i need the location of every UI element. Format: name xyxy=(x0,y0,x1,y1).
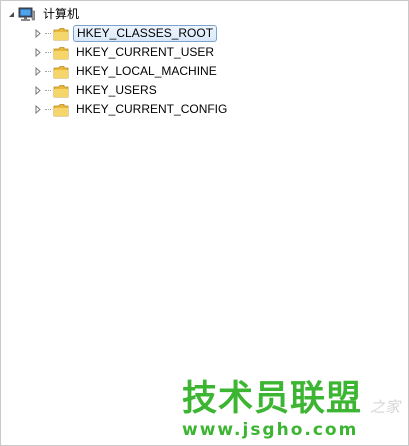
tree-connector xyxy=(45,90,51,91)
tree-item-label: HKEY_CURRENT_CONFIG xyxy=(76,102,228,116)
expand-arrow-icon[interactable] xyxy=(34,86,43,95)
tree-item-computer[interactable]: 计算机 xyxy=(7,5,230,24)
tree-connector xyxy=(45,109,51,110)
tree-connector xyxy=(45,71,51,72)
tree-connector xyxy=(45,33,51,34)
tree-connector xyxy=(45,52,51,53)
expand-arrow-icon[interactable] xyxy=(34,48,43,57)
tree-item-hkey-current-config[interactable]: HKEY_CURRENT_CONFIG xyxy=(34,100,230,119)
tree-item-label: 计算机 xyxy=(43,7,80,21)
computer-icon xyxy=(18,7,35,21)
tree-item-label: HKEY_USERS xyxy=(76,83,157,97)
expand-arrow-icon[interactable] xyxy=(34,105,43,114)
watermark-title: 技术员联盟 xyxy=(182,379,363,419)
tree-item-label: HKEY_LOCAL_MACHINE xyxy=(76,64,217,78)
watermark-tail: 之家 xyxy=(370,399,401,416)
tree-item-hkey-classes-root[interactable]: HKEY_CLASSES_ROOT xyxy=(34,24,230,43)
collapse-arrow-icon[interactable] xyxy=(7,10,16,19)
folder-icon xyxy=(53,103,69,116)
folder-icon xyxy=(53,27,69,40)
tree-item-hkey-users[interactable]: HKEY_USERS xyxy=(34,81,230,100)
tree-item-label: HKEY_CURRENT_USER xyxy=(76,45,215,59)
tree-item-hkey-local-machine[interactable]: HKEY_LOCAL_MACHINE xyxy=(34,62,230,81)
watermark-url: www.jsgho.com xyxy=(182,420,359,440)
folder-icon xyxy=(53,84,69,97)
expand-arrow-icon[interactable] xyxy=(34,29,43,38)
tree-item-hkey-current-user[interactable]: HKEY_CURRENT_USER xyxy=(34,43,230,62)
watermark: 技术员联盟 www.jsgho.com xyxy=(182,380,402,442)
folder-icon xyxy=(53,65,69,78)
registry-tree: 计算机 HKEY_CLASSES_ROOT HKEY_CURRENT_USER xyxy=(7,5,230,119)
folder-icon xyxy=(53,46,69,59)
tree-item-label: HKEY_CLASSES_ROOT xyxy=(73,25,218,42)
expand-arrow-icon[interactable] xyxy=(34,67,43,76)
